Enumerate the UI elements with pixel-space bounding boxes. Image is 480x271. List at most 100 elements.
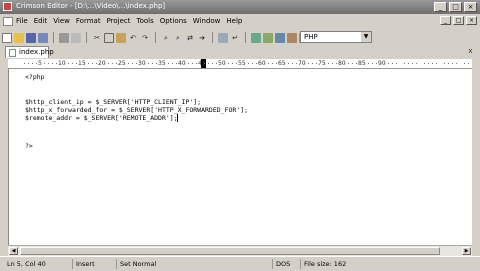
menu-view[interactable]: View bbox=[50, 15, 73, 28]
open-folder-icon[interactable] bbox=[14, 32, 24, 43]
close-button[interactable]: × bbox=[464, 2, 477, 12]
ruler-tick bbox=[88, 63, 89, 64]
ruler-tick bbox=[332, 63, 333, 64]
code-line[interactable]: <?php bbox=[25, 73, 45, 81]
scroll-thumb[interactable] bbox=[20, 247, 440, 255]
menu-project[interactable]: Project bbox=[104, 15, 134, 28]
ruler-tick bbox=[452, 63, 453, 64]
doc-close-button[interactable]: × bbox=[466, 16, 477, 25]
wrap-icon[interactable]: ↵ bbox=[230, 33, 240, 43]
ruler-tick bbox=[96, 63, 97, 64]
ruler-tick bbox=[328, 63, 329, 64]
doc-restore-button[interactable]: □ bbox=[453, 16, 464, 25]
find-next-icon[interactable]: ⌕ bbox=[173, 33, 183, 43]
menu-edit[interactable]: Edit bbox=[31, 15, 51, 28]
new-file-icon[interactable] bbox=[2, 32, 12, 43]
text-caret bbox=[177, 114, 179, 122]
ruler-tick bbox=[56, 63, 57, 64]
ruler-tick bbox=[28, 63, 29, 64]
code-line[interactable]: $http_client_ip = $_SERVER['HTTP_CLIENT_… bbox=[25, 98, 201, 106]
save-all-icon[interactable] bbox=[38, 32, 48, 43]
code-line[interactable]: $http_x_forwarded_for = $_SERVER['HTTP_X… bbox=[25, 106, 248, 114]
menu-file[interactable]: File bbox=[13, 15, 31, 28]
ruler-tick bbox=[24, 63, 25, 64]
ruler-tick bbox=[168, 63, 169, 64]
menu-window[interactable]: Window bbox=[190, 15, 224, 28]
maximize-button[interactable]: □ bbox=[449, 2, 462, 12]
ruler-tick bbox=[104, 63, 105, 64]
ruler-tick bbox=[416, 63, 417, 64]
ruler-tick bbox=[32, 63, 33, 64]
close-tab-icon[interactable]: x bbox=[466, 47, 475, 56]
ruler-tick bbox=[356, 63, 357, 64]
menu-help[interactable]: Help bbox=[223, 15, 245, 28]
print-icon[interactable] bbox=[59, 32, 69, 43]
ruler-tick bbox=[268, 63, 269, 64]
horizontal-scrollbar[interactable]: ◀ ▶ bbox=[8, 245, 472, 256]
goto-icon[interactable]: ➔ bbox=[197, 33, 207, 43]
ruler-tick bbox=[288, 63, 289, 64]
ruler-tick bbox=[252, 63, 253, 64]
cut-icon[interactable]: ✂ bbox=[92, 33, 102, 43]
ruler-tick bbox=[192, 63, 193, 64]
save-icon[interactable] bbox=[26, 32, 36, 43]
ruler-tick bbox=[64, 63, 65, 64]
replace-icon[interactable]: ⇄ bbox=[185, 33, 195, 43]
ruler-tick bbox=[456, 63, 457, 64]
minimize-button[interactable]: _ bbox=[434, 2, 447, 12]
tab-label: index.php bbox=[19, 48, 54, 56]
ruler-tick bbox=[444, 63, 445, 64]
find-icon[interactable]: ⌕ bbox=[161, 33, 171, 43]
tool-4-icon[interactable] bbox=[287, 32, 297, 43]
ruler-tick bbox=[196, 63, 197, 64]
ruler-tick bbox=[344, 63, 345, 64]
doc-minimize-button[interactable]: _ bbox=[440, 16, 451, 25]
document-menu-icon[interactable] bbox=[3, 17, 13, 26]
tab-index-php[interactable]: index.php bbox=[5, 46, 54, 58]
ruler-tick bbox=[336, 63, 337, 64]
ruler-tick bbox=[128, 63, 129, 64]
ruler-tick bbox=[292, 63, 293, 64]
chevron-down-icon[interactable]: ▼ bbox=[361, 32, 371, 42]
ruler-tick bbox=[384, 63, 385, 64]
editor[interactable]: <?php $http_client_ip = $_SERVER['HTTP_CL… bbox=[8, 69, 472, 245]
paste-icon[interactable] bbox=[116, 32, 126, 43]
ruler-tick bbox=[276, 63, 277, 64]
ruler-tick bbox=[52, 63, 53, 64]
copy-icon[interactable] bbox=[104, 32, 114, 43]
ruler-tick bbox=[428, 63, 429, 64]
tool-2-icon[interactable] bbox=[263, 32, 273, 43]
language-select[interactable]: PHP ▼ bbox=[300, 31, 372, 43]
print-preview-icon[interactable] bbox=[71, 32, 81, 43]
ruler-tick bbox=[432, 63, 433, 64]
menu-bar: File Edit View Format Project Tools Opti… bbox=[0, 15, 480, 28]
ruler-tick bbox=[188, 63, 189, 64]
scroll-right-icon[interactable]: ▶ bbox=[462, 247, 471, 255]
redo-icon[interactable]: ↷ bbox=[140, 33, 150, 43]
window-title: Crimson Editor - [D:\...\Video\...\index… bbox=[16, 2, 166, 10]
ruler-tick bbox=[272, 63, 273, 64]
ruler-tick bbox=[36, 63, 37, 64]
tool-3-icon[interactable] bbox=[275, 32, 285, 43]
ruler-tick bbox=[76, 63, 77, 64]
tool-1-icon[interactable] bbox=[251, 32, 261, 43]
undo-icon[interactable]: ↶ bbox=[128, 33, 138, 43]
ruler-tick bbox=[352, 63, 353, 64]
status-encoding: DOS bbox=[272, 259, 298, 269]
ruler-tick bbox=[388, 63, 389, 64]
code-line[interactable]: ?> bbox=[25, 142, 33, 150]
ruler-tick bbox=[408, 63, 409, 64]
menu-options[interactable]: Options bbox=[157, 15, 190, 28]
status-position: Ln 5, Col 40 bbox=[7, 260, 46, 268]
spell-check-icon[interactable] bbox=[218, 32, 228, 43]
scroll-left-icon[interactable]: ◀ bbox=[9, 247, 18, 255]
ruler-tick bbox=[132, 63, 133, 64]
code-line[interactable]: $remote_addr = $_SERVER['REMOTE_ADDR']; bbox=[25, 114, 178, 122]
ruler-tick bbox=[112, 63, 113, 64]
ruler-tick bbox=[372, 63, 373, 64]
ruler-tick bbox=[324, 63, 325, 64]
ruler-tick bbox=[156, 63, 157, 64]
menu-format[interactable]: Format bbox=[73, 15, 104, 28]
menu-tools[interactable]: Tools bbox=[134, 15, 157, 28]
ruler-tick bbox=[364, 63, 365, 64]
